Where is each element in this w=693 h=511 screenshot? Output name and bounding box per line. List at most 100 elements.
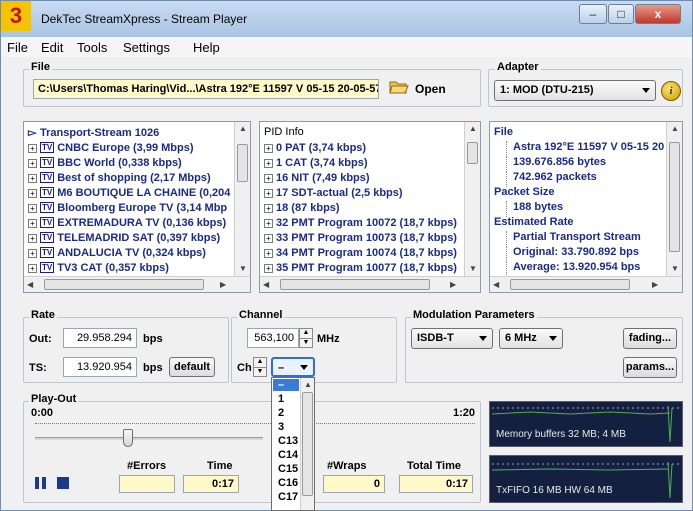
- stop-icon[interactable]: [57, 477, 69, 489]
- scroll-thumb-h[interactable]: [44, 279, 204, 290]
- maximize-button[interactable]: □: [608, 4, 634, 24]
- open-folder-icon[interactable]: [389, 79, 409, 95]
- channel-option[interactable]: 3: [278, 421, 284, 433]
- pid-vscroll[interactable]: ▲ ▼: [464, 122, 480, 278]
- service-item[interactable]: + TV BBC World (0,338 kbps): [28, 157, 182, 173]
- scroll-right-arrow[interactable]: ▶: [652, 280, 658, 289]
- channel-select[interactable]: –: [271, 357, 315, 377]
- expand-icon[interactable]: +: [28, 219, 37, 228]
- spin-up-icon[interactable]: ▲: [300, 329, 312, 338]
- scroll-right-arrow[interactable]: ▶: [220, 280, 226, 289]
- expand-icon[interactable]: +: [264, 219, 273, 228]
- tree-root[interactable]: ▻ Transport-Stream 1026: [28, 126, 159, 142]
- pid-item[interactable]: +18 (87 kbps): [264, 202, 340, 218]
- scroll-thumb-h[interactable]: [280, 279, 430, 290]
- scroll-down-arrow[interactable]: ▼: [239, 264, 247, 273]
- scroll-up-arrow[interactable]: ▲: [671, 124, 679, 133]
- expand-icon[interactable]: +: [28, 189, 37, 198]
- service-item[interactable]: + TV CNBC Europe (3,99 Mbps): [28, 142, 194, 158]
- expand-icon[interactable]: +: [264, 144, 273, 153]
- file-path-field[interactable]: C:\Users\Thomas Haring\Vid...\Astra 192°…: [33, 79, 379, 99]
- channel-spinner[interactable]: ▲ ▼: [253, 357, 267, 377]
- expand-icon[interactable]: +: [264, 234, 273, 243]
- spin-down-icon[interactable]: ▼: [300, 338, 312, 347]
- expand-icon[interactable]: +: [264, 174, 273, 183]
- menu-settings[interactable]: Settings: [123, 40, 170, 55]
- info-vscroll[interactable]: ▲ ▼: [666, 122, 682, 278]
- channel-option[interactable]: 1: [278, 393, 284, 405]
- channel-option[interactable]: 2: [278, 407, 284, 419]
- expand-icon[interactable]: +: [28, 234, 37, 243]
- expand-icon[interactable]: +: [264, 189, 273, 198]
- expand-icon[interactable]: +: [28, 159, 37, 168]
- scroll-right-arrow[interactable]: ▶: [450, 280, 456, 289]
- expand-icon[interactable]: +: [264, 264, 273, 273]
- fading-button[interactable]: fading...: [623, 328, 677, 349]
- menu-tools[interactable]: Tools: [77, 40, 107, 55]
- channel-option[interactable]: –: [273, 379, 299, 391]
- pid-item[interactable]: +17 SDT-actual (2,5 kbps): [264, 187, 403, 203]
- pid-hscroll[interactable]: ◀ ▶: [260, 276, 480, 292]
- expand-icon[interactable]: +: [28, 144, 37, 153]
- pause-icon[interactable]: [35, 477, 47, 489]
- expand-icon[interactable]: +: [264, 159, 273, 168]
- service-item[interactable]: + TV EXTREMADURA TV (0,136 kbps): [28, 217, 226, 233]
- expand-icon[interactable]: +: [28, 264, 37, 273]
- scroll-up-arrow[interactable]: ▲: [304, 380, 312, 389]
- pid-item[interactable]: +1 CAT (3,74 kbps): [264, 157, 368, 173]
- menu-edit[interactable]: Edit: [41, 40, 63, 55]
- pid-item[interactable]: +32 PMT Program 10072 (18,7 kbps): [264, 217, 457, 233]
- pid-item[interactable]: +16 NIT (7,49 kbps): [264, 172, 370, 188]
- scroll-up-arrow[interactable]: ▲: [239, 124, 247, 133]
- spin-up-icon[interactable]: ▲: [254, 358, 266, 367]
- spin-down-icon[interactable]: ▼: [254, 367, 266, 376]
- dropdown-scrollbar[interactable]: ▲: [300, 378, 314, 510]
- params-button[interactable]: params...: [623, 357, 677, 378]
- channel-dropdown-list[interactable]: – 1 2 3 C13 C14 C15 C16 C17 ▲: [271, 377, 315, 511]
- scroll-left-arrow[interactable]: ◀: [493, 280, 499, 289]
- scroll-down-arrow[interactable]: ▼: [671, 264, 679, 273]
- channel-option[interactable]: C17: [278, 491, 298, 503]
- playout-track[interactable]: [35, 437, 263, 440]
- scroll-thumb[interactable]: [302, 392, 313, 496]
- file-info-tree[interactable]: File Astra 192°E 11597 V 05-15 20 139.676.…: [489, 121, 683, 293]
- service-item[interactable]: + TV Best of shopping (2,17 Mbps): [28, 172, 211, 188]
- pid-info-tree[interactable]: PID Info +0 PAT (3,74 kbps) +1 CAT (3,74 …: [259, 121, 481, 293]
- default-button[interactable]: default: [169, 357, 215, 377]
- channel-option[interactable]: C15: [278, 463, 298, 475]
- scroll-up-arrow[interactable]: ▲: [469, 124, 477, 133]
- transport-stream-tree[interactable]: ▻ Transport-Stream 1026 + TV CNBC Europe (3…: [23, 121, 251, 293]
- scroll-left-arrow[interactable]: ◀: [27, 280, 33, 289]
- expand-icon[interactable]: +: [28, 249, 37, 258]
- expand-icon[interactable]: +: [28, 204, 37, 213]
- adapter-select[interactable]: 1: MOD (DTU-215): [494, 80, 656, 101]
- rate-ts-field[interactable]: 13.920.954: [63, 357, 137, 377]
- info-hscroll[interactable]: ◀ ▶: [490, 276, 682, 292]
- pid-item[interactable]: +33 PMT Program 10073 (18,7 kbps): [264, 232, 457, 248]
- modulation-standard-select[interactable]: ISDB-T: [411, 328, 493, 349]
- pid-item[interactable]: +34 PMT Program 10074 (18,7 kbps): [264, 247, 457, 263]
- menu-help[interactable]: Help: [193, 40, 220, 55]
- scroll-left-arrow[interactable]: ◀: [263, 280, 269, 289]
- info-icon[interactable]: i: [661, 81, 681, 101]
- expand-icon[interactable]: +: [28, 174, 37, 183]
- service-item[interactable]: + TV M6 BOUTIQUE LA CHAINE (0,204: [28, 187, 230, 203]
- expand-icon[interactable]: +: [264, 204, 273, 213]
- service-item[interactable]: + TV TELEMADRID SAT (0,397 kbps): [28, 232, 220, 248]
- pid-item[interactable]: +0 PAT (3,74 kbps): [264, 142, 366, 158]
- open-button[interactable]: Open: [415, 82, 446, 96]
- rate-out-field[interactable]: 29.958.294: [63, 328, 137, 348]
- menu-file[interactable]: File: [7, 40, 28, 55]
- service-item[interactable]: + TV Bloomberg Europe TV (3,14 Mbp: [28, 202, 227, 218]
- channel-option[interactable]: C16: [278, 477, 298, 489]
- scroll-thumb[interactable]: [669, 142, 680, 252]
- scroll-thumb[interactable]: [237, 144, 248, 182]
- channel-option[interactable]: C13: [278, 435, 298, 447]
- minimize-button[interactable]: –: [579, 4, 607, 24]
- frequency-spinner[interactable]: ▲ ▼: [299, 328, 313, 348]
- close-button[interactable]: x: [635, 4, 681, 24]
- playout-slider-thumb[interactable]: [123, 429, 134, 447]
- service-item[interactable]: + TV ANDALUCIA TV (0,324 kbps): [28, 247, 206, 263]
- expand-icon[interactable]: +: [264, 249, 273, 258]
- channel-option[interactable]: C14: [278, 449, 298, 461]
